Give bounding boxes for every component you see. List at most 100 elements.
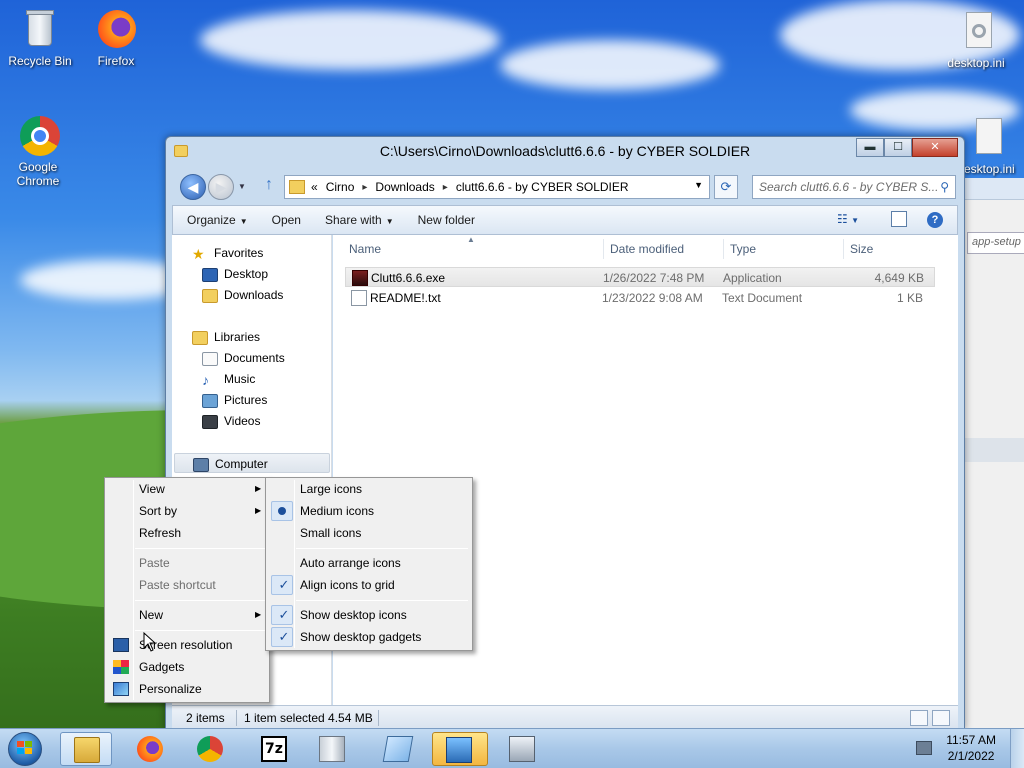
large-icons-view-icon[interactable] (932, 710, 950, 726)
menu-label: New (139, 608, 164, 622)
help-icon[interactable]: ? (927, 212, 943, 228)
menu-item-align-to-grid[interactable]: ✓ Align icons to grid (268, 574, 470, 596)
music-icon: ♪ (202, 371, 209, 388)
taskbar-7zip[interactable]: 7z (248, 732, 300, 766)
details-view-icon[interactable] (910, 710, 928, 726)
breadcrumb-downloads[interactable]: Downloads (375, 180, 434, 194)
taskbar-chrome[interactable] (184, 732, 236, 766)
start-button[interactable] (4, 731, 48, 767)
taskbar-setup[interactable] (496, 732, 548, 766)
file-type: Application (723, 271, 782, 285)
file-row-clutt-exe[interactable]: Clutt6.6.6.exe 1/26/2022 7:48 PM Applica… (345, 267, 935, 287)
menu-label: Sort by (139, 504, 178, 518)
system-clock[interactable]: 11:57 AM 2/1/2022 (946, 732, 996, 764)
nav-music[interactable]: ♪ Music (202, 369, 255, 389)
address-overflow[interactable]: « (311, 180, 318, 194)
back-button[interactable]: ◀ (180, 174, 206, 200)
nav-favorites[interactable]: ★ Favorites (192, 243, 263, 263)
menu-item-view[interactable]: View ▶ (107, 478, 267, 500)
background-window-search[interactable]: app-setup (967, 232, 1024, 254)
up-arrow-icon[interactable]: ↑ (260, 177, 278, 195)
menu-item-large-icons[interactable]: Large icons (268, 478, 470, 500)
file-type: Text Document (722, 291, 803, 305)
refresh-icon[interactable]: ⟳ (714, 175, 738, 199)
preview-pane-icon[interactable] (891, 211, 907, 227)
navigation-row: ◀ ▶ ▼ ↑ « Cirno ▸ Downloads ▸ clutt6.6.6… (180, 173, 960, 201)
nav-desktop[interactable]: Desktop (202, 264, 268, 284)
taskbar-warning-app[interactable] (432, 732, 488, 766)
file-row-readme-txt[interactable]: README!.txt 1/23/2022 9:08 AM Text Docum… (345, 288, 935, 308)
menu-item-auto-arrange[interactable]: Auto arrange icons (268, 552, 470, 574)
taskbar-notepad[interactable] (372, 732, 428, 766)
file-date: 1/26/2022 7:48 PM (603, 271, 705, 285)
share-with-button[interactable]: Share with ▼ (325, 213, 394, 227)
nav-libraries[interactable]: Libraries (192, 327, 260, 347)
menu-label: Paste (139, 556, 170, 570)
show-desktop-button[interactable] (1010, 729, 1024, 768)
organize-button[interactable]: Organize ▼ (187, 213, 248, 227)
search-input[interactable]: Search clutt6.6.6 - by CYBER S... ⚲ (752, 175, 956, 199)
desktop-icon-label: Firefox (97, 54, 135, 68)
desktop-icon-recycle-bin[interactable]: Recycle Bin (2, 8, 78, 68)
column-divider[interactable] (843, 239, 844, 259)
new-folder-button[interactable]: New folder (418, 213, 475, 227)
nav-label: Computer (215, 457, 268, 471)
taskbar-explorer[interactable] (60, 732, 112, 766)
open-button[interactable]: Open (272, 213, 301, 227)
desktop-icon-label: Google Chrome (16, 160, 60, 188)
column-divider[interactable] (723, 239, 724, 259)
menu-item-show-desktop-gadgets[interactable]: ✓ Show desktop gadgets (268, 626, 470, 648)
menu-item-sort-by[interactable]: Sort by ▶ (107, 500, 267, 522)
forward-button[interactable]: ▶ (208, 174, 234, 200)
change-view-icon[interactable]: ☷ ▼ (837, 212, 859, 226)
breadcrumb-cirno[interactable]: Cirno (326, 180, 355, 194)
address-bar[interactable]: « Cirno ▸ Downloads ▸ clutt6.6.6 - by CY… (284, 175, 710, 199)
maximize-button[interactable]: ☐ (884, 138, 912, 157)
address-dropdown-icon[interactable]: ▼ (694, 180, 703, 190)
title-bar[interactable]: C:\Users\Cirno\Downloads\clutt6.6.6 - by… (166, 137, 964, 165)
breadcrumb-current-folder[interactable]: clutt6.6.6 - by CYBER SOLDIER (456, 180, 629, 194)
checkmark-icon: ✓ (278, 629, 290, 644)
menu-label: View (139, 482, 165, 496)
breadcrumb-separator[interactable]: ▸ (443, 182, 448, 193)
minimize-button[interactable]: ▬ (856, 138, 884, 157)
column-header-name[interactable]: Name (349, 239, 381, 259)
menu-label: Small icons (300, 526, 362, 540)
column-header-type[interactable]: Type (730, 239, 756, 259)
nav-downloads[interactable]: Downloads (202, 285, 283, 305)
column-divider[interactable] (603, 239, 604, 259)
warning-app-icon (446, 737, 472, 763)
taskbar-firefox[interactable] (124, 732, 176, 766)
background-window[interactable]: app-setup (958, 178, 1024, 728)
desktop-icon-firefox[interactable]: Firefox (78, 8, 154, 68)
nav-pictures[interactable]: Pictures (202, 390, 267, 410)
close-button[interactable]: ✕ (912, 138, 958, 157)
nav-videos[interactable]: Videos (202, 411, 260, 431)
nav-documents[interactable]: Documents (202, 348, 285, 368)
network-tray-icon[interactable] (916, 741, 932, 755)
menu-item-refresh[interactable]: Refresh (107, 522, 267, 544)
taskbar-trash-app[interactable] (306, 732, 358, 766)
menu-item-small-icons[interactable]: Small icons (268, 522, 470, 544)
nav-label: Libraries (214, 330, 261, 344)
menu-label: Show desktop icons (300, 608, 407, 622)
menu-item-gadgets[interactable]: Gadgets (107, 656, 267, 678)
menu-item-personalize[interactable]: Personalize (107, 678, 267, 700)
menu-item-show-desktop-icons[interactable]: ✓ Show desktop icons (268, 604, 470, 626)
share-with-label: Share with (324, 213, 382, 227)
desktop-icon-desktop-ini[interactable]: desktop.ini (938, 10, 1014, 70)
recent-pages-chevron-down-icon[interactable]: ▼ (238, 182, 246, 191)
search-icon[interactable]: ⚲ (940, 180, 949, 194)
menu-item-screen-resolution[interactable]: Screen resolution (107, 634, 267, 656)
nav-computer[interactable]: Computer (174, 453, 330, 473)
nav-label: Favorites (214, 246, 264, 260)
menu-item-new[interactable]: New ▶ (107, 604, 267, 626)
column-header-size[interactable]: Size (850, 239, 873, 259)
recycle-bin-icon (18, 8, 62, 52)
menu-separator (135, 630, 265, 631)
column-header-date-modified[interactable]: Date modified (610, 239, 684, 259)
status-divider (378, 710, 379, 726)
desktop-icon-chrome[interactable]: Google Chrome (0, 114, 76, 188)
menu-item-medium-icons[interactable]: Medium icons (268, 500, 470, 522)
breadcrumb-separator[interactable]: ▸ (362, 182, 367, 193)
